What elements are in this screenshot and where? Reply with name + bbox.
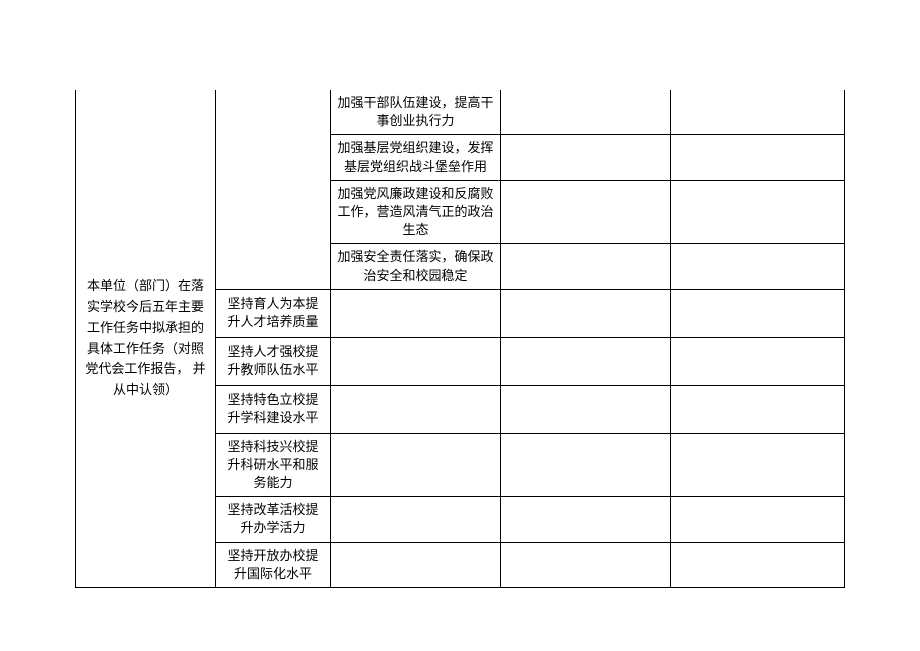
cell-top-r3c4 <box>501 180 671 244</box>
cell-top-r1c3: 加强干部队伍建设，提高干事创业执行力 <box>331 90 501 135</box>
task-table: 本单位（部门）在落实学校今后五年主要工作任务中拟承担的具体工作任务（对照党代会工… <box>75 90 845 588</box>
cell-top-r1c5 <box>671 90 845 135</box>
cell-bot-r4c3 <box>331 433 501 497</box>
cell-top-r1c4 <box>501 90 671 135</box>
cell-bot-r6c3 <box>331 542 501 587</box>
cell-bot-r1c2: 坚持育人为本提升人才培养质量 <box>216 289 331 337</box>
cell-bot-r2c5 <box>671 337 845 385</box>
cell-bot-r4c5 <box>671 433 845 497</box>
cell-bot-r1c3 <box>331 289 501 337</box>
cell-bot-r2c3 <box>331 337 501 385</box>
cell-bot-r1c4 <box>501 289 671 337</box>
table-row: 本单位（部门）在落实学校今后五年主要工作任务中拟承担的具体工作任务（对照党代会工… <box>76 90 845 135</box>
cell-bot-r2c4 <box>501 337 671 385</box>
cell-top-r3c3: 加强党风廉政建设和反腐败工作，营造风清气正的政治生态 <box>331 180 501 244</box>
cell-bot-r4c4 <box>501 433 671 497</box>
cell-bot-r5c3 <box>331 497 501 542</box>
cell-bot-r3c3 <box>331 385 501 433</box>
cell-bot-r4c2: 坚持科技兴校提升科研水平和服务能力 <box>216 433 331 497</box>
cell-bot-r5c5 <box>671 497 845 542</box>
cell-bot-r2c2: 坚持人才强校提升教师队伍水平 <box>216 337 331 385</box>
left-label-cell: 本单位（部门）在落实学校今后五年主要工作任务中拟承担的具体工作任务（对照党代会工… <box>76 90 216 588</box>
cell-bot-r3c2: 坚持特色立校提升学科建设水平 <box>216 385 331 433</box>
cell-bot-r6c4 <box>501 542 671 587</box>
cell-top-r4c5 <box>671 244 845 289</box>
cell-bot-r6c5 <box>671 542 845 587</box>
cell-bot-r3c5 <box>671 385 845 433</box>
cell-top-r2c3: 加强基层党组织建设，发挥基层党组织战斗堡垒作用 <box>331 135 501 180</box>
cell-top-r2c5 <box>671 135 845 180</box>
cell-bot-r5c4 <box>501 497 671 542</box>
cell-top-r4c3: 加强安全责任落实，确保政治安全和校园稳定 <box>331 244 501 289</box>
cell-bot-r1c5 <box>671 289 845 337</box>
top-group-col2 <box>216 90 331 289</box>
cell-bot-r3c4 <box>501 385 671 433</box>
cell-top-r4c4 <box>501 244 671 289</box>
cell-bot-r5c2: 坚持改革活校提升办学活力 <box>216 497 331 542</box>
cell-top-r3c5 <box>671 180 845 244</box>
cell-top-r2c4 <box>501 135 671 180</box>
cell-bot-r6c2: 坚持开放办校提升国际化水平 <box>216 542 331 587</box>
